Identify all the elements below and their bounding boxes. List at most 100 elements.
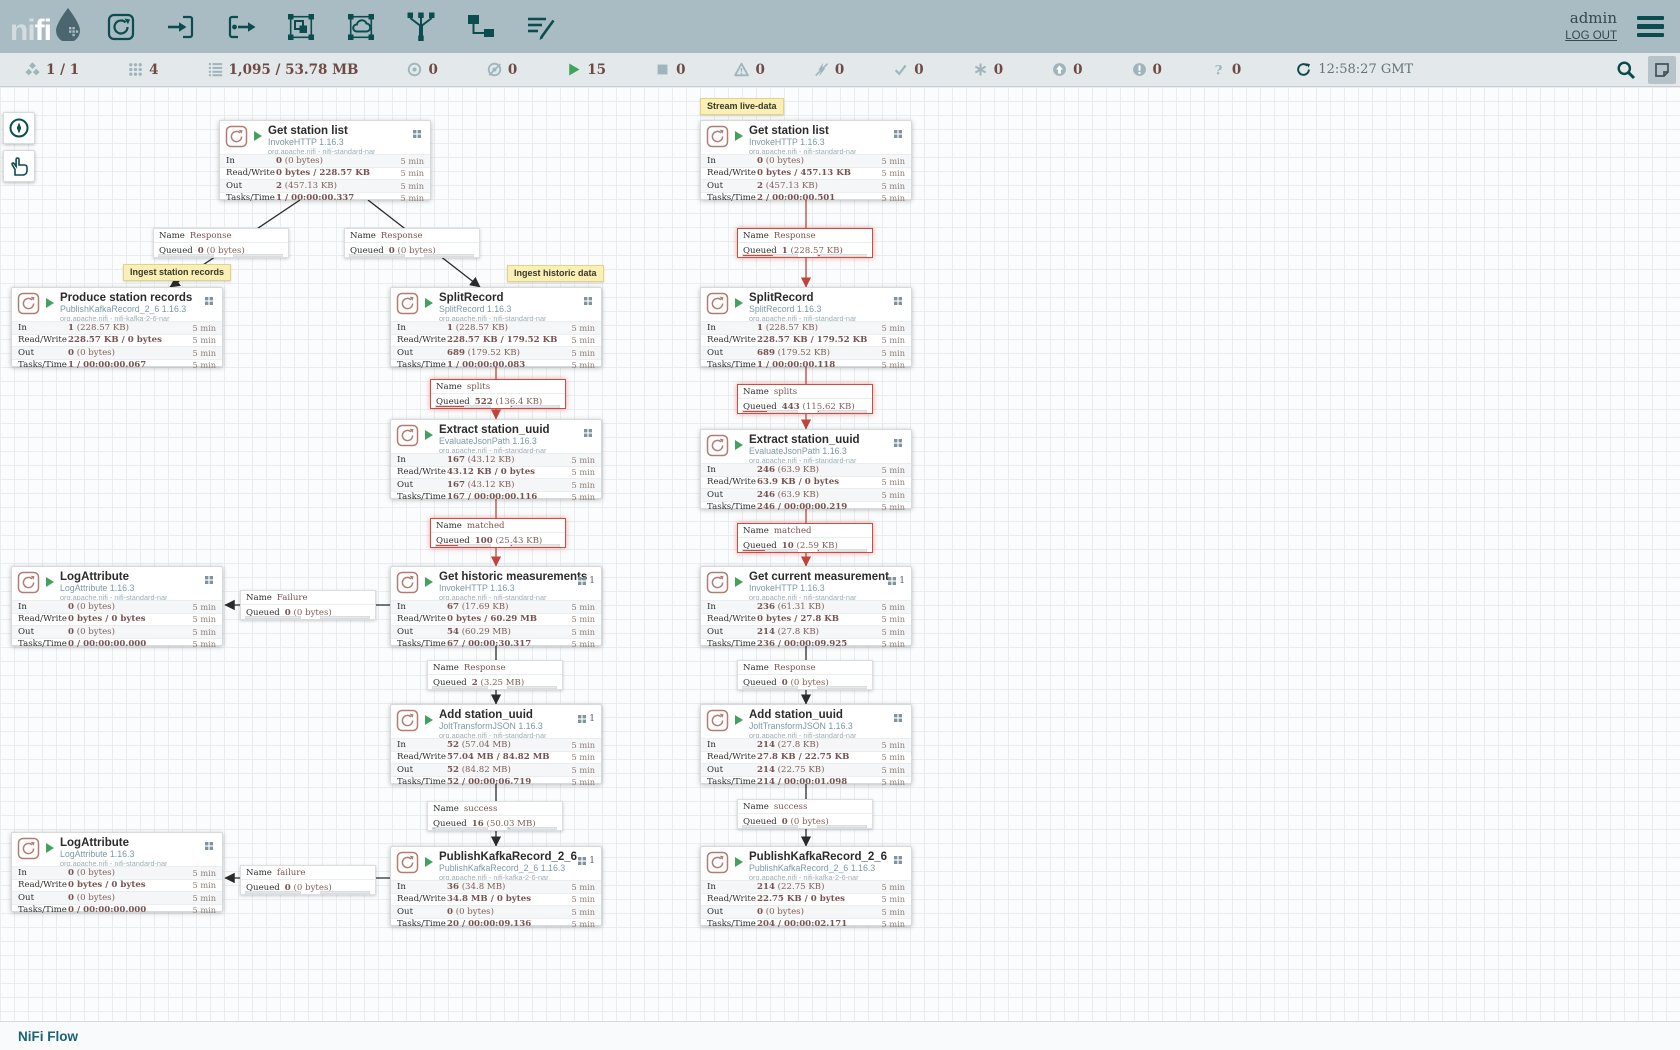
processor-produce-station-records[interactable]: Produce station records PublishKafkaReco… bbox=[11, 287, 223, 367]
processor-component-icon[interactable] bbox=[103, 9, 139, 45]
processor-icon bbox=[17, 292, 40, 321]
processor-extract-station-uuid-left[interactable]: Extract station_uuid EvaluateJsonPath 1.… bbox=[390, 419, 602, 499]
queue-matched-left[interactable]: Name matched Queued 100 (25.43 KB) bbox=[430, 518, 566, 548]
queue-count-percent-bar bbox=[742, 254, 798, 257]
status-up-to-date: 0 bbox=[893, 62, 923, 78]
status-invalid: 0 bbox=[734, 62, 764, 78]
proc-stat-row: In167 (43.12 KB)5 min bbox=[391, 453, 601, 466]
threads-grid-icon bbox=[584, 429, 592, 437]
queue-splits-left[interactable]: Name splits Queued 522 (136.4 KB) bbox=[430, 379, 566, 409]
processor-split-record-right[interactable]: SplitRecord SplitRecord 1.16.3 org.apach… bbox=[700, 287, 912, 367]
refresh-icon[interactable] bbox=[1296, 62, 1311, 77]
search-icon[interactable] bbox=[1616, 60, 1636, 80]
processor-icon bbox=[225, 125, 248, 154]
input-port-component-icon[interactable] bbox=[163, 9, 199, 45]
processor-publish-kafka-right[interactable]: PublishKafkaRecord_2_6 PublishKafkaRecor… bbox=[700, 846, 912, 926]
menu-icon[interactable] bbox=[1633, 12, 1668, 42]
queue-failure-left-1[interactable]: Name Failure Queued 0 (0 bytes) bbox=[240, 590, 376, 620]
nifi-drop-icon bbox=[53, 7, 83, 46]
operate-palette-button[interactable] bbox=[3, 150, 35, 182]
queue-response-left-3[interactable]: Name Response Queued 2 (3.25 MB) bbox=[427, 660, 563, 690]
queue-matched-right[interactable]: Name matched Queued 10 (2.59 KB) bbox=[737, 523, 873, 553]
active-thread-count-badge bbox=[205, 842, 216, 850]
up-to-date-icon bbox=[893, 62, 908, 77]
processor-name: PublishKafkaRecord_2_6 bbox=[439, 851, 577, 864]
queue-response-right-2[interactable]: Name Response Queued 0 (0 bytes) bbox=[737, 660, 873, 690]
processor-add-station-uuid-left[interactable]: Add station_uuid JoltTransformJSON 1.16.… bbox=[390, 704, 602, 784]
proc-stat-row: Out0 (0 bytes)5 min bbox=[701, 905, 911, 918]
relationship-name: success bbox=[464, 804, 497, 814]
processor-bundle: org.apache.nifi - nifi-kafka-2-6-nar bbox=[439, 874, 577, 880]
queue-name-key: Name bbox=[246, 593, 272, 603]
canvas-label[interactable]: Ingest historic data bbox=[507, 265, 604, 282]
queue-count-percent-bar bbox=[742, 686, 798, 689]
funnel-component-icon[interactable] bbox=[403, 9, 439, 45]
processor-get-current-measurement[interactable]: Get current measurement InvokeHTTP 1.16.… bbox=[700, 566, 912, 646]
processor-log-attribute-2[interactable]: LogAttribute LogAttribute 1.16.3 org.apa… bbox=[11, 832, 223, 912]
status-count: 0 bbox=[1232, 62, 1241, 78]
queue-success-right[interactable]: Name success Queued 0 (0 bytes) bbox=[737, 799, 873, 829]
output-port-component-icon[interactable] bbox=[223, 9, 259, 45]
canvas-label[interactable]: Ingest station records bbox=[123, 264, 231, 281]
queue-response-left-2[interactable]: Name Response Queued 0 (0 bytes) bbox=[344, 228, 480, 258]
queue-response-right-1[interactable]: Name Response Queued 1 (228.57 KB) bbox=[737, 228, 873, 258]
status-locally-modified: 0 bbox=[973, 62, 1003, 78]
threads-grid-icon bbox=[205, 842, 213, 850]
processor-stats: In36 (34.8 MB)5 minRead/Write34.8 MB / 0… bbox=[391, 880, 601, 930]
processor-name: Add station_uuid bbox=[439, 709, 546, 722]
status-count: 1 / 1 bbox=[46, 62, 79, 78]
processor-publish-kafka-left[interactable]: PublishKafkaRecord_2_6 PublishKafkaRecor… bbox=[390, 846, 602, 926]
queue-name-key: Name bbox=[433, 804, 459, 814]
proc-stat-row: In36 (34.8 MB)5 min bbox=[391, 880, 601, 893]
processor-log-attribute-1[interactable]: LogAttribute LogAttribute 1.16.3 org.apa… bbox=[11, 566, 223, 646]
proc-stat-row: Tasks/Time1 / 00:00:00.1185 min bbox=[701, 359, 911, 372]
navigate-palette-button[interactable] bbox=[3, 112, 35, 144]
remote-process-group-component-icon[interactable] bbox=[343, 9, 379, 45]
processor-stats: In167 (43.12 KB)5 minRead/Write43.12 KB … bbox=[391, 453, 601, 503]
processor-icon bbox=[396, 851, 419, 880]
processor-get-station-list-right[interactable]: Get station list InvokeHTTP 1.16.3 org.a… bbox=[700, 120, 912, 200]
queue-count-percent-bar bbox=[158, 254, 214, 257]
status-count: 0 bbox=[914, 62, 923, 78]
breadcrumb[interactable]: NiFi Flow bbox=[18, 1029, 78, 1044]
processor-icon bbox=[396, 571, 419, 600]
logout-link[interactable]: LOG OUT bbox=[1565, 29, 1617, 44]
processor-extract-station-uuid-right[interactable]: Extract station_uuid EvaluateJsonPath 1.… bbox=[700, 429, 912, 509]
processor-split-record-left[interactable]: SplitRecord SplitRecord 1.16.3 org.apach… bbox=[390, 287, 602, 367]
processor-bundle: org.apache.nifi - nifi-standard-nar bbox=[60, 594, 167, 600]
processor-bundle: org.apache.nifi - nifi-kafka-2-6-nar bbox=[749, 874, 887, 880]
processor-icon bbox=[396, 424, 419, 453]
queue-splits-right[interactable]: Name splits Queued 443 (115.62 KB) bbox=[737, 384, 873, 414]
processor-get-historic-measurements[interactable]: Get historic measurements InvokeHTTP 1.1… bbox=[390, 566, 602, 646]
flow-canvas[interactable]: Stream live-data Ingest station records In… bbox=[0, 87, 1680, 1022]
bulletin-panel-toggle-button[interactable] bbox=[1648, 56, 1676, 84]
breadcrumb-bar: NiFi Flow bbox=[0, 1021, 1680, 1050]
threads-grid-icon bbox=[894, 297, 902, 305]
active-thread-count-badge bbox=[894, 856, 905, 864]
status-queued-list: 1,095 / 53.78 MB bbox=[208, 62, 359, 78]
queue-size-percent-bar bbox=[507, 686, 557, 689]
process-group-component-icon[interactable] bbox=[283, 9, 319, 45]
processor-icon bbox=[706, 434, 729, 463]
last-refreshed-time: 12:58:27 GMT bbox=[1318, 62, 1413, 77]
processor-bundle: org.apache.nifi - nifi-standard-nar bbox=[749, 148, 856, 154]
status-stale: 0 bbox=[1052, 62, 1082, 78]
processor-get-station-list-left[interactable]: Get station list InvokeHTTP 1.16.3 org.a… bbox=[219, 120, 431, 200]
relationship-name: Response bbox=[381, 231, 423, 241]
proc-stat-row: Tasks/Time2 / 00:00:00.5015 min bbox=[701, 192, 911, 205]
template-component-icon[interactable] bbox=[463, 9, 499, 45]
canvas-label[interactable]: Stream live-data bbox=[700, 98, 784, 115]
active-thread-count-badge: 1 bbox=[578, 576, 595, 586]
running-indicator-icon bbox=[46, 577, 54, 587]
processor-stats: In214 (22.75 KB)5 minRead/Write22.75 KB … bbox=[701, 880, 911, 930]
queue-failure-left-2[interactable]: Name failure Queued 0 (0 bytes) bbox=[240, 865, 376, 895]
proc-stat-row: In1 (228.57 KB)5 min bbox=[391, 321, 601, 334]
proc-stat-row: Out0 (0 bytes)5 min bbox=[12, 891, 222, 904]
queue-success-left[interactable]: Name success Queued 16 (50.03 MB) bbox=[427, 801, 563, 831]
processor-add-station-uuid-right[interactable]: Add station_uuid JoltTransformJSON 1.16.… bbox=[700, 704, 912, 784]
label-component-icon[interactable] bbox=[523, 9, 559, 45]
logo-text-ni: ni bbox=[10, 16, 35, 46]
threads-grid-icon bbox=[578, 857, 586, 865]
proc-stat-row: Tasks/Time52 / 00:00:06.7195 min bbox=[391, 776, 601, 789]
queue-response-left-1[interactable]: Name Response Queued 0 (0 bytes) bbox=[153, 228, 289, 258]
